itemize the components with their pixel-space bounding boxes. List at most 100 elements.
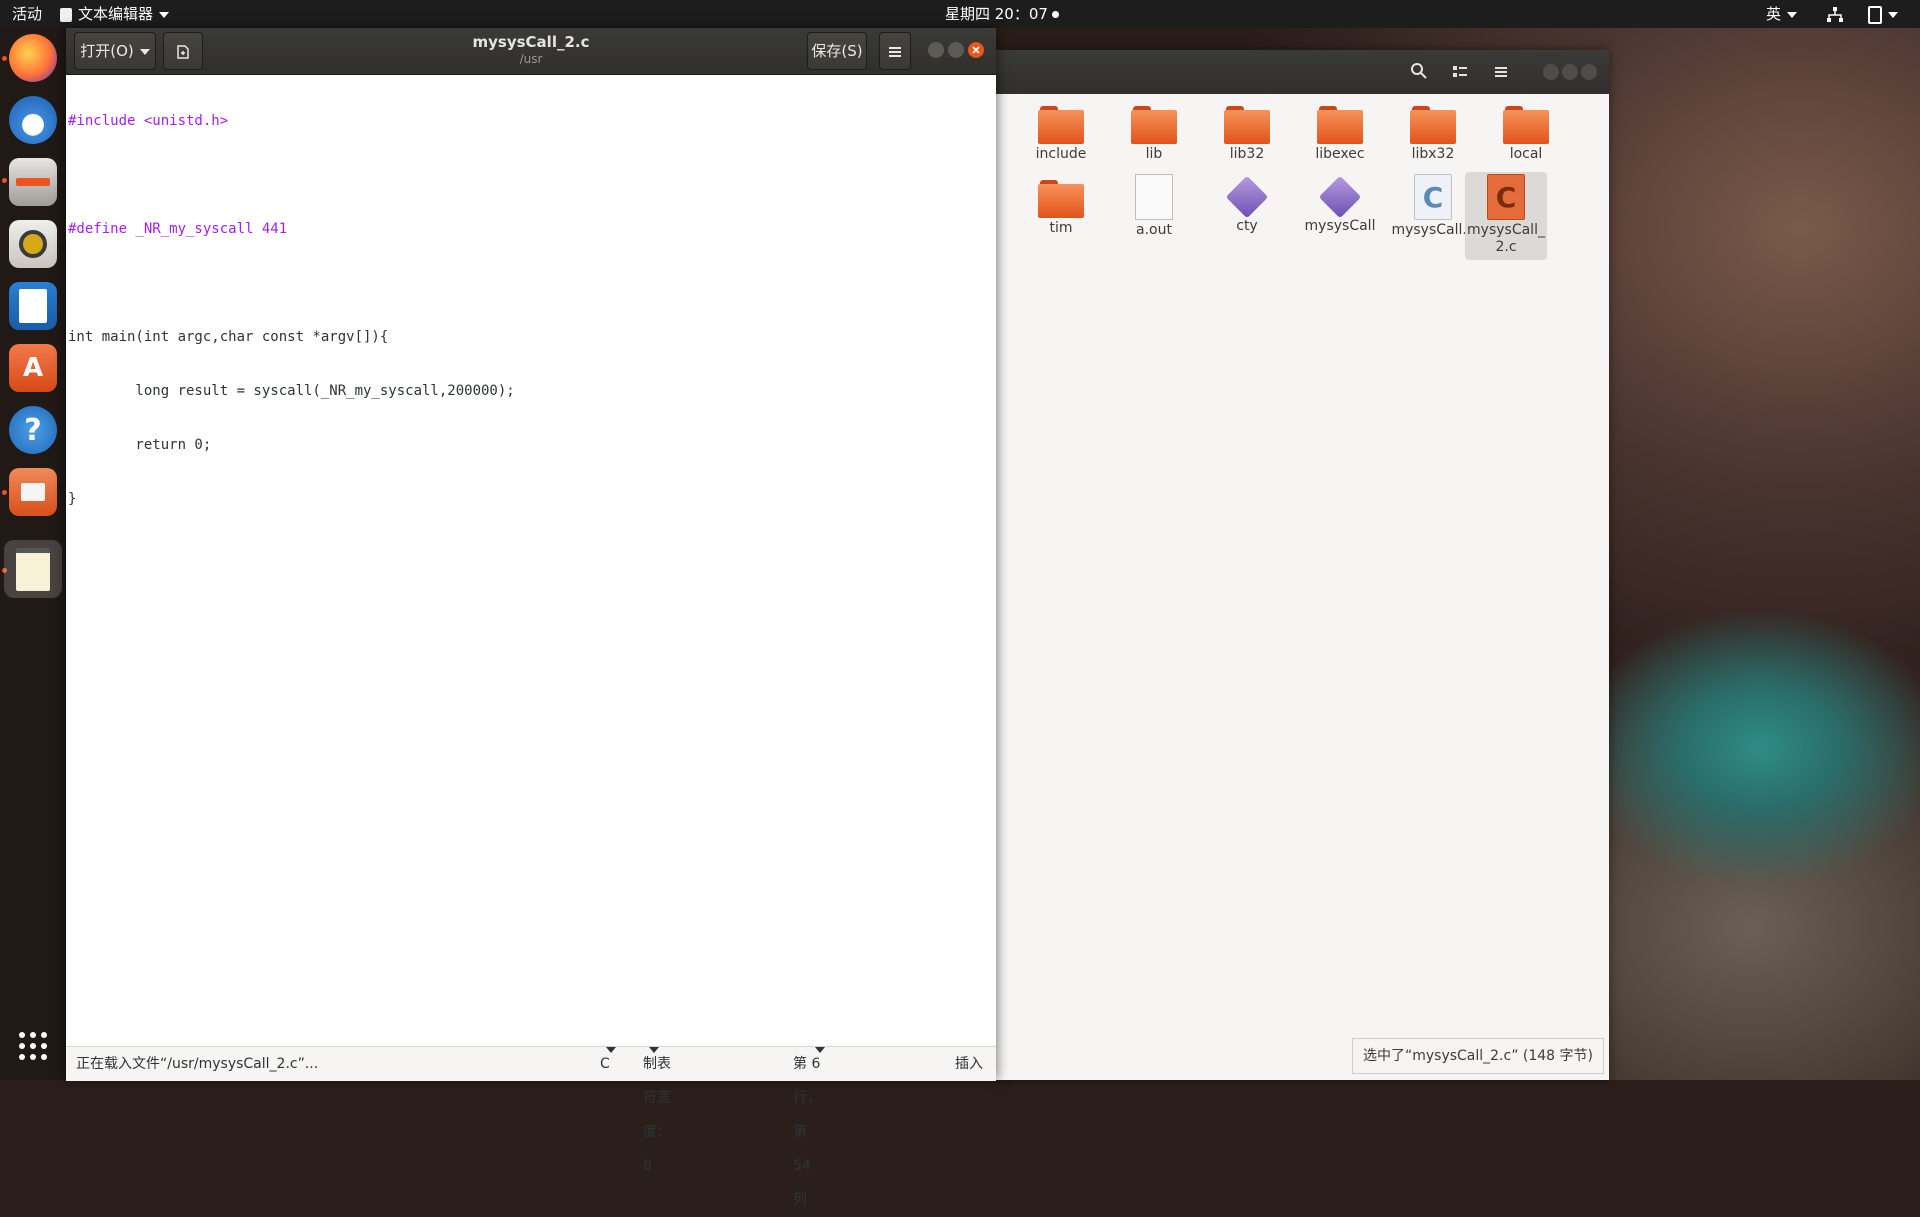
code-editor[interactable]: #include <unistd.h> #define _NR_my_sysca… [68, 76, 988, 1034]
app-menu-label: 文本编辑器 [78, 5, 154, 23]
chevron-down-icon [649, 1047, 659, 1053]
show-apps-icon[interactable] [9, 1022, 57, 1070]
file-label: mysysCall_ 2.c [1467, 222, 1545, 255]
executable-icon [1318, 175, 1362, 219]
chevron-down-icon [159, 11, 170, 18]
selection-status: 选中了“mysysCall_2.c” (148 字节) [1352, 1038, 1604, 1074]
running-indicator [2, 56, 7, 61]
search-icon[interactable] [1410, 62, 1430, 82]
file-item-a-out[interactable]: a.out [1109, 174, 1199, 239]
editor-header: 打开(O) mysysCall_2.c /usr 保存(S) [66, 28, 996, 75]
text-editor-icon[interactable] [4, 540, 62, 598]
code-line-1: #include <unistd.h> [68, 112, 988, 130]
file-label: libexec [1315, 146, 1365, 162]
system-menu[interactable] [1868, 0, 1898, 28]
menu-icon[interactable] [1493, 64, 1509, 84]
rhythmbox-icon[interactable] [9, 220, 57, 268]
maximize-icon[interactable] [1562, 64, 1578, 80]
folder-icon [1038, 180, 1084, 218]
top-bar: 活动 文本编辑器 星期四 20：07 英 [0, 0, 1920, 28]
file-label: a.out [1136, 222, 1172, 238]
file-label: cty [1236, 218, 1258, 234]
c-source-icon: C [1414, 174, 1452, 220]
minimize-icon[interactable] [928, 42, 944, 58]
clock[interactable]: 星期四 20：07 [945, 0, 1059, 28]
notepad-icon [16, 547, 50, 591]
file-item-mysyscall[interactable]: mysysCall [1295, 174, 1385, 235]
file-item-libx32[interactable]: libx32 [1388, 106, 1478, 163]
code-text: #include <unistd.h> [68, 113, 229, 129]
editor-statusbar: 正在载入文件“/usr/mysysCall_2.c”... C 制表符宽度：8 … [66, 1046, 996, 1208]
archive-icon[interactable] [9, 468, 57, 516]
insert-mode-indicator[interactable]: 插入 [955, 1047, 983, 1081]
input-method-label: 英 [1766, 5, 1782, 23]
code-line-6: long result = syscall(_NR_my_syscall,200… [68, 382, 988, 400]
file-item-tim[interactable]: tim [1016, 180, 1106, 237]
file-label: tim [1049, 220, 1073, 236]
chevron-down-icon [606, 1047, 616, 1053]
writer-icon[interactable] [9, 282, 57, 330]
close-icon[interactable] [968, 42, 984, 58]
software-icon[interactable]: A [9, 344, 57, 392]
executable-icon [1225, 175, 1269, 219]
archive-box-icon [21, 483, 45, 501]
activities-button[interactable]: 活动 [12, 0, 42, 28]
code-line-8: } [68, 490, 988, 508]
file-label: lib32 [1229, 146, 1265, 162]
folder-icon [1317, 106, 1363, 144]
file-item-lib[interactable]: lib [1109, 106, 1199, 163]
folder-icon [1503, 106, 1549, 144]
loading-status: 正在载入文件“/usr/mysysCall_2.c”... [76, 1056, 319, 1072]
file-item-mysyscall-2-c[interactable]: C mysysCall_ 2.c [1465, 172, 1547, 260]
file-label: lib [1145, 146, 1163, 162]
menu-icon [889, 46, 901, 57]
help-icon[interactable]: ? [9, 406, 57, 454]
save-button[interactable]: 保存(S) [807, 32, 867, 70]
view-toggle-icon[interactable] [1452, 64, 1468, 84]
tab-width-label: 制表符宽度：8 [643, 1056, 671, 1174]
chevron-down-icon [1787, 11, 1798, 18]
code-text: } [68, 491, 77, 507]
battery-icon [1868, 5, 1882, 24]
file-label: local [1509, 146, 1543, 162]
software-glyph-icon: A [22, 353, 44, 383]
files-icon[interactable] [9, 158, 57, 206]
file-item-include[interactable]: include [1016, 106, 1106, 163]
notification-dot-icon [1051, 11, 1059, 18]
close-icon[interactable] [1581, 64, 1597, 80]
file-item-lib32[interactable]: lib32 [1202, 106, 1292, 163]
hamburger-menu-button[interactable] [879, 32, 911, 70]
document-icon [1135, 174, 1173, 220]
network-icon[interactable] [1826, 0, 1844, 28]
document-icon [19, 289, 47, 323]
file-manager-header [996, 50, 1609, 94]
running-indicator [2, 490, 7, 495]
code-text: return 0; [68, 437, 212, 453]
code-text: long result = syscall(_NR_my_syscall,200… [68, 383, 515, 399]
clock-label: 星期四 20：07 [945, 5, 1048, 23]
files-drawer-icon [16, 178, 50, 186]
cursor-position-label: 第 6 行，第 54 列 [793, 1056, 821, 1208]
code-text: #define _NR_my_syscall 441 [68, 221, 288, 237]
file-label: libx32 [1411, 146, 1455, 162]
input-method-menu[interactable]: 英 [1766, 0, 1798, 28]
code-line-7: return 0; [68, 436, 988, 454]
file-item-cty[interactable]: cty [1202, 174, 1292, 235]
file-item-local[interactable]: local [1481, 106, 1571, 163]
maximize-icon[interactable] [948, 42, 964, 58]
folder-icon [1131, 106, 1177, 144]
question-mark-icon: ? [24, 412, 42, 448]
app-menu[interactable]: 文本编辑器 [60, 0, 170, 28]
chevron-down-icon [815, 1047, 825, 1053]
firefox-icon[interactable] [9, 34, 57, 82]
running-indicator [2, 178, 7, 183]
text-editor-small-icon [60, 7, 72, 22]
code-line-3: #define _NR_my_syscall 441 [68, 220, 988, 238]
file-manager-window: include lib lib32 libexec libx32 local t… [996, 50, 1609, 1080]
thunderbird-icon[interactable] [9, 96, 57, 144]
folder-icon [1410, 106, 1456, 144]
minimize-icon[interactable] [1543, 64, 1559, 80]
file-item-libexec[interactable]: libexec [1295, 106, 1385, 163]
c-source-icon: C [1487, 174, 1525, 220]
